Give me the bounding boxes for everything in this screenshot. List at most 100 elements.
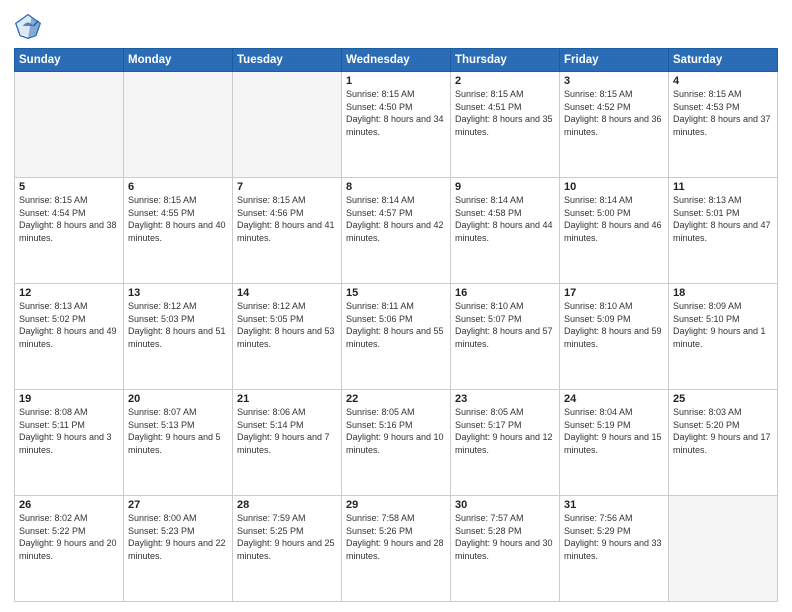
- calendar-week-row: 5Sunrise: 8:15 AMSunset: 4:54 PMDaylight…: [15, 178, 778, 284]
- cell-info: Sunrise: 7:56 AMSunset: 5:29 PMDaylight:…: [564, 512, 664, 562]
- calendar-cell: 20Sunrise: 8:07 AMSunset: 5:13 PMDayligh…: [124, 390, 233, 496]
- day-number: 4: [673, 75, 773, 87]
- calendar-cell: [124, 72, 233, 178]
- cell-info: Sunrise: 8:05 AMSunset: 5:17 PMDaylight:…: [455, 406, 555, 456]
- weekday-header: Friday: [560, 49, 669, 72]
- cell-info: Sunrise: 8:07 AMSunset: 5:13 PMDaylight:…: [128, 406, 228, 456]
- calendar-cell: 10Sunrise: 8:14 AMSunset: 5:00 PMDayligh…: [560, 178, 669, 284]
- calendar-cell: 26Sunrise: 8:02 AMSunset: 5:22 PMDayligh…: [15, 496, 124, 602]
- calendar-cell: 18Sunrise: 8:09 AMSunset: 5:10 PMDayligh…: [669, 284, 778, 390]
- cell-info: Sunrise: 8:12 AMSunset: 5:05 PMDaylight:…: [237, 300, 337, 350]
- cell-info: Sunrise: 8:14 AMSunset: 4:58 PMDaylight:…: [455, 194, 555, 244]
- cell-info: Sunrise: 8:15 AMSunset: 4:51 PMDaylight:…: [455, 88, 555, 138]
- day-number: 22: [346, 393, 446, 405]
- day-number: 31: [564, 499, 664, 511]
- cell-info: Sunrise: 8:13 AMSunset: 5:02 PMDaylight:…: [19, 300, 119, 350]
- calendar-cell: 11Sunrise: 8:13 AMSunset: 5:01 PMDayligh…: [669, 178, 778, 284]
- calendar-cell: 23Sunrise: 8:05 AMSunset: 5:17 PMDayligh…: [451, 390, 560, 496]
- calendar-cell: 21Sunrise: 8:06 AMSunset: 5:14 PMDayligh…: [233, 390, 342, 496]
- day-number: 25: [673, 393, 773, 405]
- day-number: 14: [237, 287, 337, 299]
- calendar-cell: 6Sunrise: 8:15 AMSunset: 4:55 PMDaylight…: [124, 178, 233, 284]
- weekday-header: Wednesday: [342, 49, 451, 72]
- weekday-header-row: SundayMondayTuesdayWednesdayThursdayFrid…: [15, 49, 778, 72]
- day-number: 30: [455, 499, 555, 511]
- cell-info: Sunrise: 8:08 AMSunset: 5:11 PMDaylight:…: [19, 406, 119, 456]
- day-number: 15: [346, 287, 446, 299]
- day-number: 11: [673, 181, 773, 193]
- cell-info: Sunrise: 8:14 AMSunset: 5:00 PMDaylight:…: [564, 194, 664, 244]
- calendar-cell: 2Sunrise: 8:15 AMSunset: 4:51 PMDaylight…: [451, 72, 560, 178]
- day-number: 7: [237, 181, 337, 193]
- calendar-cell: 4Sunrise: 8:15 AMSunset: 4:53 PMDaylight…: [669, 72, 778, 178]
- day-number: 17: [564, 287, 664, 299]
- logo: [14, 12, 46, 40]
- calendar-cell: 29Sunrise: 7:58 AMSunset: 5:26 PMDayligh…: [342, 496, 451, 602]
- calendar-cell: [233, 72, 342, 178]
- calendar-week-row: 12Sunrise: 8:13 AMSunset: 5:02 PMDayligh…: [15, 284, 778, 390]
- day-number: 2: [455, 75, 555, 87]
- cell-info: Sunrise: 8:12 AMSunset: 5:03 PMDaylight:…: [128, 300, 228, 350]
- calendar-cell: 27Sunrise: 8:00 AMSunset: 5:23 PMDayligh…: [124, 496, 233, 602]
- calendar-cell: 9Sunrise: 8:14 AMSunset: 4:58 PMDaylight…: [451, 178, 560, 284]
- day-number: 20: [128, 393, 228, 405]
- calendar-cell: 12Sunrise: 8:13 AMSunset: 5:02 PMDayligh…: [15, 284, 124, 390]
- day-number: 28: [237, 499, 337, 511]
- cell-info: Sunrise: 7:57 AMSunset: 5:28 PMDaylight:…: [455, 512, 555, 562]
- calendar-week-row: 26Sunrise: 8:02 AMSunset: 5:22 PMDayligh…: [15, 496, 778, 602]
- calendar-cell: 24Sunrise: 8:04 AMSunset: 5:19 PMDayligh…: [560, 390, 669, 496]
- day-number: 23: [455, 393, 555, 405]
- day-number: 3: [564, 75, 664, 87]
- weekday-header: Thursday: [451, 49, 560, 72]
- cell-info: Sunrise: 8:15 AMSunset: 4:52 PMDaylight:…: [564, 88, 664, 138]
- cell-info: Sunrise: 8:05 AMSunset: 5:16 PMDaylight:…: [346, 406, 446, 456]
- calendar-cell: 13Sunrise: 8:12 AMSunset: 5:03 PMDayligh…: [124, 284, 233, 390]
- calendar-cell: 30Sunrise: 7:57 AMSunset: 5:28 PMDayligh…: [451, 496, 560, 602]
- calendar-cell: 17Sunrise: 8:10 AMSunset: 5:09 PMDayligh…: [560, 284, 669, 390]
- cell-info: Sunrise: 8:15 AMSunset: 4:50 PMDaylight:…: [346, 88, 446, 138]
- weekday-header: Tuesday: [233, 49, 342, 72]
- day-number: 1: [346, 75, 446, 87]
- cell-info: Sunrise: 8:15 AMSunset: 4:53 PMDaylight:…: [673, 88, 773, 138]
- calendar-cell: 16Sunrise: 8:10 AMSunset: 5:07 PMDayligh…: [451, 284, 560, 390]
- calendar-week-row: 1Sunrise: 8:15 AMSunset: 4:50 PMDaylight…: [15, 72, 778, 178]
- cell-info: Sunrise: 7:58 AMSunset: 5:26 PMDaylight:…: [346, 512, 446, 562]
- calendar-cell: 19Sunrise: 8:08 AMSunset: 5:11 PMDayligh…: [15, 390, 124, 496]
- day-number: 9: [455, 181, 555, 193]
- cell-info: Sunrise: 8:06 AMSunset: 5:14 PMDaylight:…: [237, 406, 337, 456]
- cell-info: Sunrise: 8:00 AMSunset: 5:23 PMDaylight:…: [128, 512, 228, 562]
- cell-info: Sunrise: 8:10 AMSunset: 5:09 PMDaylight:…: [564, 300, 664, 350]
- calendar-cell: 22Sunrise: 8:05 AMSunset: 5:16 PMDayligh…: [342, 390, 451, 496]
- weekday-header: Sunday: [15, 49, 124, 72]
- logo-icon: [14, 12, 42, 40]
- calendar-cell: 28Sunrise: 7:59 AMSunset: 5:25 PMDayligh…: [233, 496, 342, 602]
- day-number: 16: [455, 287, 555, 299]
- calendar-cell: [669, 496, 778, 602]
- day-number: 8: [346, 181, 446, 193]
- calendar-cell: 7Sunrise: 8:15 AMSunset: 4:56 PMDaylight…: [233, 178, 342, 284]
- calendar-cell: 15Sunrise: 8:11 AMSunset: 5:06 PMDayligh…: [342, 284, 451, 390]
- day-number: 21: [237, 393, 337, 405]
- day-number: 29: [346, 499, 446, 511]
- calendar-cell: 31Sunrise: 7:56 AMSunset: 5:29 PMDayligh…: [560, 496, 669, 602]
- header: [14, 12, 778, 40]
- cell-info: Sunrise: 8:14 AMSunset: 4:57 PMDaylight:…: [346, 194, 446, 244]
- calendar-cell: 5Sunrise: 8:15 AMSunset: 4:54 PMDaylight…: [15, 178, 124, 284]
- weekday-header: Monday: [124, 49, 233, 72]
- calendar-cell: 8Sunrise: 8:14 AMSunset: 4:57 PMDaylight…: [342, 178, 451, 284]
- cell-info: Sunrise: 8:03 AMSunset: 5:20 PMDaylight:…: [673, 406, 773, 456]
- cell-info: Sunrise: 8:10 AMSunset: 5:07 PMDaylight:…: [455, 300, 555, 350]
- day-number: 18: [673, 287, 773, 299]
- day-number: 19: [19, 393, 119, 405]
- cell-info: Sunrise: 8:15 AMSunset: 4:55 PMDaylight:…: [128, 194, 228, 244]
- cell-info: Sunrise: 8:15 AMSunset: 4:54 PMDaylight:…: [19, 194, 119, 244]
- calendar-week-row: 19Sunrise: 8:08 AMSunset: 5:11 PMDayligh…: [15, 390, 778, 496]
- day-number: 12: [19, 287, 119, 299]
- cell-info: Sunrise: 8:11 AMSunset: 5:06 PMDaylight:…: [346, 300, 446, 350]
- cell-info: Sunrise: 8:09 AMSunset: 5:10 PMDaylight:…: [673, 300, 773, 350]
- page: SundayMondayTuesdayWednesdayThursdayFrid…: [0, 0, 792, 612]
- day-number: 6: [128, 181, 228, 193]
- calendar-cell: 3Sunrise: 8:15 AMSunset: 4:52 PMDaylight…: [560, 72, 669, 178]
- day-number: 26: [19, 499, 119, 511]
- calendar-cell: 1Sunrise: 8:15 AMSunset: 4:50 PMDaylight…: [342, 72, 451, 178]
